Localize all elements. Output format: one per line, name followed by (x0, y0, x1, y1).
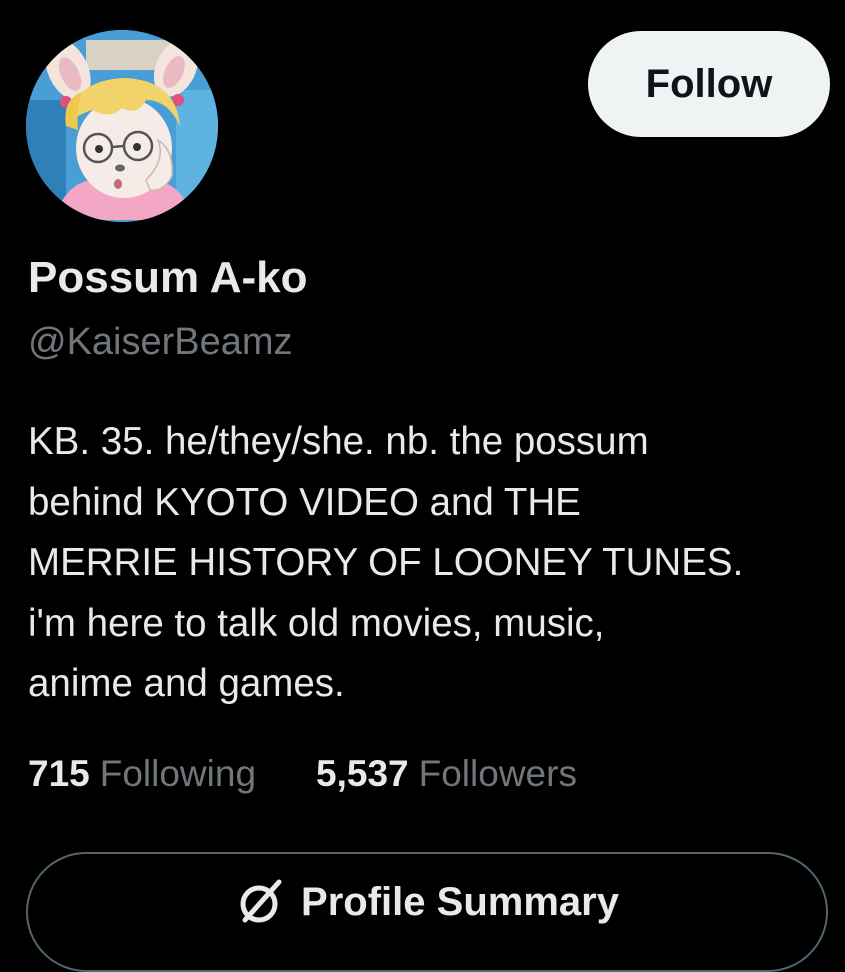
profile-summary-label: Profile Summary (301, 879, 619, 924)
follow-button[interactable]: Follow (588, 31, 830, 137)
user-handle: @KaiserBeamz (28, 321, 293, 363)
grok-slash-circle-icon (240, 879, 282, 923)
profile-stats: 715 Following 5,537 Followers (28, 750, 577, 798)
following-count: 715 (28, 753, 90, 794)
avatar-cartoon-possum-icon (26, 30, 218, 222)
bio-line: i'm here to talk old movies, music, (28, 601, 605, 645)
following-label: Following (99, 753, 257, 794)
profile-summary-button[interactable]: Profile Summary (26, 852, 828, 972)
followers-link[interactable]: 5,537 Followers (316, 750, 577, 798)
bio-line: behind KYOTO VIDEO and THE (28, 480, 581, 524)
profile-summary-content: Profile Summary (28, 876, 826, 928)
bio-line: KB. 35. he/they/she. nb. the possum (28, 420, 649, 463)
bio-line: anime and games. (28, 662, 345, 705)
followers-count: 5,537 (316, 753, 409, 794)
following-link[interactable]: 715 Following (28, 750, 256, 798)
profile-bio: KB. 35. he/they/she. nb. the possum behi… (28, 412, 828, 715)
bio-line: MERRIE HISTORY OF LOONEY TUNES. (28, 541, 744, 584)
display-name: Possum A-ko (28, 253, 308, 302)
avatar[interactable] (26, 30, 218, 222)
followers-label: Followers (418, 753, 577, 794)
